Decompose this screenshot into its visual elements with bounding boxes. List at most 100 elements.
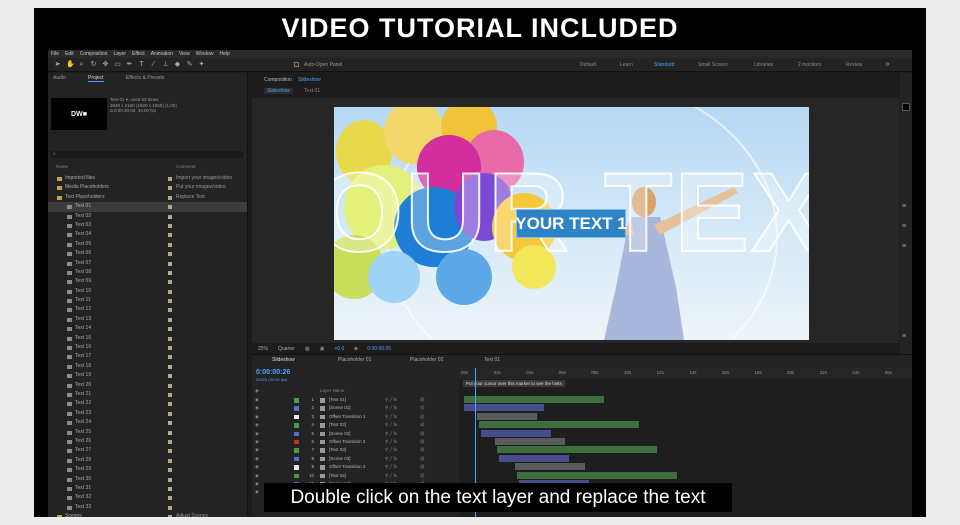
layer-color-label[interactable] [294, 398, 299, 403]
visibility-eye-icon[interactable]: ◉ [255, 413, 259, 421]
visibility-eye-icon[interactable]: ◉ [255, 480, 259, 488]
timeline-layer-row[interactable]: ◉ 10 [Text 04] ⚲ ╱ fx @ [252, 472, 457, 480]
align-icon[interactable]: ≡ [902, 243, 906, 250]
timeline-layer-row[interactable]: ◉ 9 Offset Transition 3 ⚲ ╱ fx @ [252, 463, 457, 471]
layer-name[interactable]: [Text 04] [329, 472, 346, 480]
layer-name[interactable]: [Text 02] [329, 421, 346, 429]
project-item[interactable]: Text 03 [48, 221, 247, 230]
parent-pick-whip-icon[interactable]: @ [420, 455, 425, 463]
layer-switches[interactable]: ⚲ ╱ fx [385, 413, 397, 421]
project-item[interactable]: Text 18 [48, 362, 247, 371]
layer-duration-bar[interactable] [477, 412, 537, 420]
layer-duration-bar[interactable] [499, 454, 569, 462]
menu-item-file[interactable]: File [51, 51, 59, 57]
workspace-standard[interactable]: Standard [654, 62, 674, 68]
layer-duration-bar[interactable] [464, 396, 604, 403]
timeline-layer-row[interactable]: ◉ 2 [Scene 01] ⚲ ╱ fx @ [252, 404, 457, 412]
project-folder[interactable]: Media Placeholders Put your images/video [48, 183, 247, 192]
timeline-tab-slideshow[interactable]: Slideshow [272, 357, 295, 363]
timeline-layer-row[interactable]: ◉ 3 Offset Transition 1 ⚲ ╱ fx @ [252, 413, 457, 421]
timeline-layer-row[interactable]: ◉ 7 [Text 03] ⚲ ╱ fx @ [252, 446, 457, 454]
project-item[interactable]: Text 28 [48, 456, 247, 465]
eraser-tool-icon[interactable]: ◆ [174, 61, 181, 68]
project-item[interactable]: Text 23 [48, 409, 247, 418]
project-item[interactable]: Text 01 [48, 202, 247, 212]
timeline-layer-row[interactable]: ◉ 6 Offset Transition 2 ⚲ ╱ fx @ [252, 438, 457, 446]
tab-audio[interactable]: Audio [53, 75, 66, 81]
project-item[interactable]: Text 20 [48, 381, 247, 390]
project-item[interactable]: Text 27 [48, 446, 247, 455]
menu-item-window[interactable]: Window [196, 51, 214, 57]
project-item[interactable]: Text 11 [48, 296, 247, 305]
timeline-layer-row[interactable]: ◉ 5 [Scene 02] ⚲ ╱ fx @ [252, 430, 457, 438]
layer-color-label[interactable] [294, 456, 299, 462]
parent-pick-whip-icon[interactable]: @ [420, 396, 425, 404]
layer-switches[interactable]: ⚲ ╱ fx [385, 455, 397, 463]
layer-duration-bar[interactable] [481, 429, 551, 437]
pen-tool-icon[interactable]: ✒ [126, 61, 133, 68]
layer-name[interactable]: [Text 01] [329, 396, 346, 404]
parent-pick-whip-icon[interactable]: @ [420, 463, 425, 471]
project-item[interactable]: Text 33 [48, 503, 247, 512]
stamp-tool-icon[interactable]: ⊥ [162, 61, 169, 68]
layer-name[interactable]: Offset Transition 2 [329, 438, 365, 446]
layer-color-label[interactable] [294, 423, 299, 428]
column-comment[interactable]: Comment [176, 164, 196, 169]
timeline-layer-row[interactable]: ◉ 8 [Scene 03] ⚲ ╱ fx @ [252, 455, 457, 463]
visibility-eye-icon[interactable]: ◉ [255, 455, 259, 463]
project-item[interactable]: Text 05 [48, 240, 247, 249]
timeline-tab-text-01[interactable]: Text 01 [484, 357, 500, 363]
layer-switches[interactable]: ⚲ ╱ fx [385, 472, 397, 480]
layer-name[interactable]: [Scene 01] [329, 404, 351, 412]
visibility-eye-icon[interactable]: ◉ [255, 438, 259, 446]
project-folder[interactable]: Imported files Import your images/video [48, 174, 247, 183]
timeline-timecode[interactable]: 0:00:00:26 [256, 369, 290, 376]
text-box-selected[interactable]: YOUR TEXT 1 [515, 209, 627, 238]
project-item[interactable]: Text 15 [48, 334, 247, 343]
timeline-layer-row[interactable]: ◉ 1 [Text 01] ⚲ ╱ fx @ [252, 396, 457, 404]
hand-tool-icon[interactable]: ✋ [66, 61, 75, 68]
project-item[interactable]: Text 09 [48, 277, 247, 286]
workspace-2-monitors[interactable]: 2 monitors [798, 62, 821, 68]
type-tool-icon[interactable]: T [138, 61, 145, 68]
project-item[interactable]: Text 13 [48, 315, 247, 324]
project-folder[interactable]: Scenes Adjust Scenes [48, 512, 247, 517]
zoom-tool-icon[interactable]: ⌕ [78, 61, 85, 68]
layer-color-label[interactable] [294, 448, 299, 453]
project-item[interactable]: Text 06 [48, 249, 247, 258]
layer-color-label[interactable] [294, 439, 299, 445]
project-item[interactable]: Text 04 [48, 230, 247, 239]
layer-duration-bar[interactable] [517, 471, 677, 479]
parent-pick-whip-icon[interactable]: @ [420, 438, 425, 446]
layer-duration-bar[interactable] [497, 446, 657, 454]
workspace-libraries[interactable]: Libraries [754, 62, 773, 68]
visibility-eye-icon[interactable]: ◉ [255, 396, 259, 404]
camera-icon[interactable]: ◙ [354, 346, 357, 352]
layer-switches[interactable]: ⚲ ╱ fx [385, 396, 397, 404]
project-item[interactable]: Text 21 [48, 390, 247, 399]
project-item[interactable]: Text 32 [48, 493, 247, 502]
menu-item-edit[interactable]: Edit [65, 51, 74, 57]
project-item[interactable]: Text 08 [48, 268, 247, 277]
project-item[interactable]: Text 12 [48, 305, 247, 314]
workspace-default[interactable]: Default [580, 62, 596, 68]
parent-pick-whip-icon[interactable]: @ [420, 421, 425, 429]
layer-duration-bar[interactable] [495, 438, 565, 445]
layer-color-label[interactable] [294, 406, 299, 411]
visibility-eye-icon[interactable]: ◉ [255, 488, 259, 496]
project-item[interactable]: Text 26 [48, 437, 247, 446]
layer-color-label[interactable] [294, 473, 299, 479]
layer-name[interactable]: [Scene 03] [329, 455, 351, 463]
visibility-eye-icon[interactable]: ◉ [255, 430, 259, 438]
hint-marker[interactable]: Put your cursor over this marker to see … [463, 380, 565, 387]
layer-color-label[interactable] [294, 414, 299, 420]
project-item[interactable]: Text 29 [48, 465, 247, 474]
workspace-small-screen[interactable]: Small Screen [698, 62, 728, 68]
composition-tab[interactable]: Composition Slideshow Slideshow Text 01 [252, 76, 899, 94]
align-icon[interactable]: ≡ [902, 223, 906, 230]
layer-switches[interactable]: ⚲ ╱ fx [385, 404, 397, 412]
layer-name[interactable]: Offset Transition 1 [329, 413, 365, 421]
project-item[interactable]: Text 14 [48, 324, 247, 333]
layer-duration-bar[interactable] [464, 404, 544, 412]
current-time-display[interactable]: 0:00:00:26 [367, 346, 391, 352]
